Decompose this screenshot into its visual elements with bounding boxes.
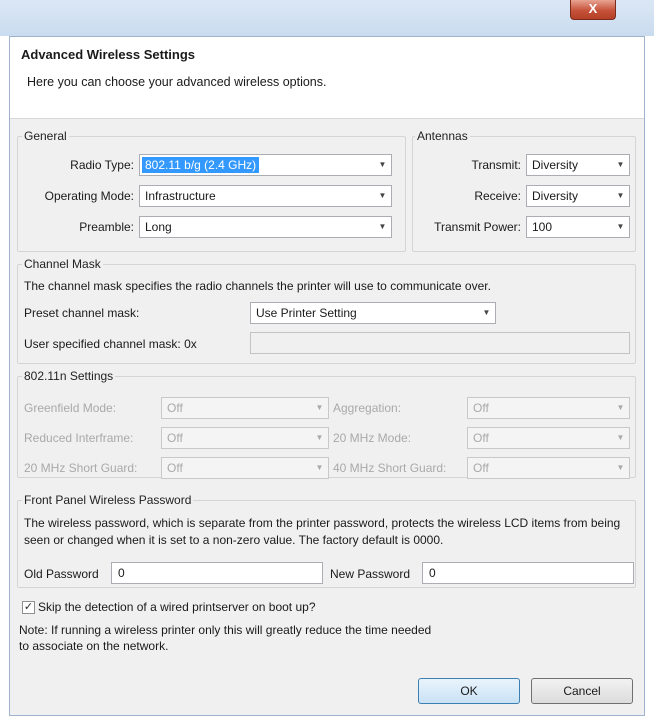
skip-detection-checkbox[interactable]: ✓	[22, 601, 35, 614]
short-guard-40-label: 40 MHz Short Guard:	[333, 461, 447, 475]
chevron-down-icon: ▼	[378, 222, 387, 231]
chevron-down-icon: ▼	[482, 308, 491, 317]
dialog: Advanced Wireless Settings Here you can …	[9, 36, 645, 716]
user-channel-mask-input[interactable]	[250, 332, 630, 354]
aggregation-label: Aggregation:	[333, 401, 402, 415]
short-guard-40-select[interactable]: Off ▼	[467, 457, 630, 479]
greenfield-value: Off	[167, 401, 183, 415]
aggregation-select[interactable]: Off ▼	[467, 397, 630, 419]
transmit-power-label: Transmit Power:	[434, 220, 521, 234]
chevron-down-icon: ▼	[378, 160, 387, 169]
operating-mode-value: Infrastructure	[145, 189, 216, 203]
chevron-down-icon: ▼	[616, 403, 625, 412]
password-legend: Front Panel Wireless Password	[22, 493, 194, 507]
preamble-value: Long	[145, 220, 172, 234]
title-bar: X	[0, 0, 654, 36]
cancel-button[interactable]: Cancel	[531, 678, 633, 704]
reduced-interframe-select[interactable]: Off ▼	[161, 427, 329, 449]
chevron-down-icon: ▼	[315, 403, 324, 412]
note-line-1: Note: If running a wireless printer only…	[19, 623, 432, 637]
short-guard-40-value: Off	[473, 461, 489, 475]
transmit-label: Transmit:	[471, 158, 521, 172]
short-guard-20-value: Off	[167, 461, 183, 475]
reduced-interframe-value: Off	[167, 431, 183, 445]
preset-channel-mask-value: Use Printer Setting	[256, 306, 357, 320]
preamble-label: Preamble:	[79, 220, 134, 234]
preset-channel-mask-select[interactable]: Use Printer Setting ▼	[250, 302, 496, 324]
transmit-power-value: 100	[532, 220, 553, 234]
operating-mode-label: Operating Mode:	[44, 189, 134, 203]
dialog-subtitle: Here you can choose your advanced wirele…	[27, 75, 327, 89]
password-description: The wireless password, which is separate…	[24, 516, 621, 547]
mode-20mhz-label: 20 MHz Mode:	[333, 431, 412, 445]
channel-mask-legend: Channel Mask	[22, 257, 103, 271]
receive-value: Diversity	[532, 189, 579, 203]
mode-20mhz-value: Off	[473, 431, 489, 445]
chevron-down-icon: ▼	[616, 433, 625, 442]
operating-mode-select[interactable]: Infrastructure ▼	[139, 185, 392, 207]
dialog-title: Advanced Wireless Settings	[21, 47, 195, 62]
radio-type-select[interactable]: 802.11 b/g (2.4 GHz) ▼	[139, 154, 392, 176]
reduced-interframe-label: Reduced Interframe:	[24, 431, 134, 445]
chevron-down-icon: ▼	[315, 463, 324, 472]
old-password-label: Old Password	[24, 567, 99, 581]
short-guard-20-label: 20 MHz Short Guard:	[24, 461, 138, 475]
chevron-down-icon: ▼	[378, 191, 387, 200]
transmit-select[interactable]: Diversity ▼	[526, 154, 630, 176]
dialog-header: Advanced Wireless Settings Here you can …	[10, 37, 644, 119]
receive-select[interactable]: Diversity ▼	[526, 185, 630, 207]
n-settings-legend: 802.11n Settings	[22, 369, 116, 383]
note-line-2: to associate on the network.	[19, 639, 169, 653]
old-password-value: 0	[118, 566, 125, 580]
channel-mask-description: The channel mask specifies the radio cha…	[24, 279, 491, 293]
preamble-select[interactable]: Long ▼	[139, 216, 392, 238]
general-legend: General	[22, 129, 69, 143]
chevron-down-icon: ▼	[616, 463, 625, 472]
old-password-input[interactable]: 0	[111, 562, 323, 584]
receive-label: Receive:	[474, 189, 521, 203]
mode-20mhz-select[interactable]: Off ▼	[467, 427, 630, 449]
greenfield-select[interactable]: Off ▼	[161, 397, 329, 419]
transmit-value: Diversity	[532, 158, 579, 172]
close-button[interactable]: X	[570, 0, 616, 20]
radio-type-value: 802.11 b/g (2.4 GHz)	[142, 157, 260, 173]
chevron-down-icon: ▼	[616, 191, 625, 200]
greenfield-label: Greenfield Mode:	[24, 401, 117, 415]
user-channel-mask-label: User specified channel mask: 0x	[24, 337, 197, 351]
transmit-power-select[interactable]: 100 ▼	[526, 216, 630, 238]
skip-detection-label[interactable]: Skip the detection of a wired printserve…	[38, 600, 316, 614]
new-password-value: 0	[429, 566, 436, 580]
aggregation-value: Off	[473, 401, 489, 415]
chevron-down-icon: ▼	[315, 433, 324, 442]
new-password-label: New Password	[330, 567, 411, 581]
new-password-input[interactable]: 0	[422, 562, 634, 584]
chevron-down-icon: ▼	[616, 160, 625, 169]
short-guard-20-select[interactable]: Off ▼	[161, 457, 329, 479]
ok-button[interactable]: OK	[418, 678, 520, 704]
radio-type-label: Radio Type:	[70, 158, 134, 172]
preset-channel-mask-label: Preset channel mask:	[24, 306, 140, 320]
antennas-legend: Antennas	[415, 129, 470, 143]
chevron-down-icon: ▼	[616, 222, 625, 231]
